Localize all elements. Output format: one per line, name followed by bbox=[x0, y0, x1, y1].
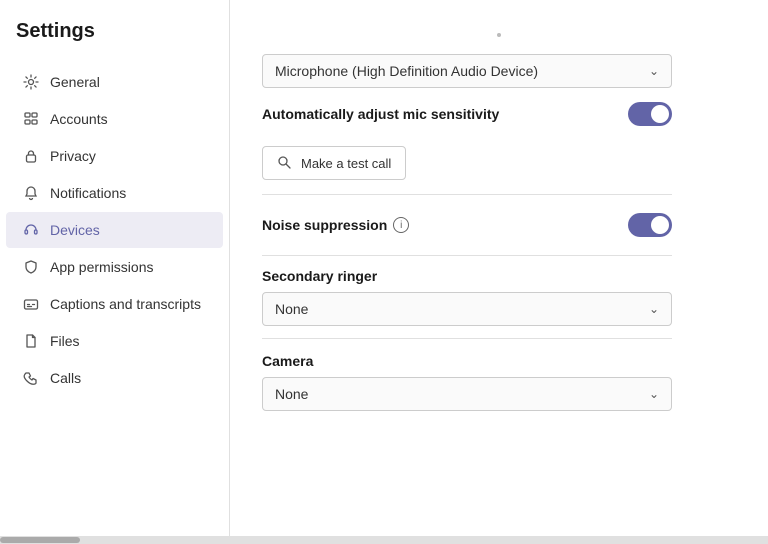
camera-dropdown[interactable]: None ⌄ bbox=[262, 377, 672, 411]
sidebar-item-captions-label: Captions and transcripts bbox=[50, 296, 201, 312]
sidebar-item-accounts-label: Accounts bbox=[50, 111, 108, 127]
main-content: Microphone (High Definition Audio Device… bbox=[230, 0, 768, 536]
shield-icon bbox=[22, 258, 40, 276]
noise-suppression-toggle[interactable] bbox=[628, 213, 672, 237]
noise-suppression-label: Noise suppression bbox=[262, 217, 387, 233]
sidebar-item-calls-label: Calls bbox=[50, 370, 81, 386]
settings-title: Settings bbox=[0, 20, 229, 63]
sidebar-item-devices-label: Devices bbox=[50, 222, 100, 238]
file-icon bbox=[22, 332, 40, 350]
sidebar-item-captions[interactable]: Captions and transcripts bbox=[6, 286, 223, 322]
auto-mic-toggle[interactable] bbox=[628, 102, 672, 126]
noise-suppression-label-group: Noise suppression i bbox=[262, 217, 409, 233]
lock-icon bbox=[22, 147, 40, 165]
microphone-chevron-icon: ⌄ bbox=[649, 64, 659, 78]
sidebar-item-files[interactable]: Files bbox=[6, 323, 223, 359]
divider-2 bbox=[262, 255, 672, 256]
microphone-dropdown[interactable]: Microphone (High Definition Audio Device… bbox=[262, 54, 672, 88]
camera-chevron-icon: ⌄ bbox=[649, 387, 659, 401]
sidebar-item-accounts[interactable]: Accounts bbox=[6, 101, 223, 137]
secondary-ringer-value: None bbox=[275, 301, 308, 317]
horizontal-scrollbar[interactable] bbox=[0, 536, 768, 544]
gear-icon bbox=[22, 73, 40, 91]
accounts-icon bbox=[22, 110, 40, 128]
noise-suppression-row: Noise suppression i bbox=[262, 199, 672, 251]
sidebar-item-calls[interactable]: Calls bbox=[6, 360, 223, 396]
secondary-ringer-label: Secondary ringer bbox=[262, 268, 736, 284]
scrollbar-thumb[interactable] bbox=[0, 537, 80, 543]
sidebar-item-files-label: Files bbox=[50, 333, 80, 349]
sidebar: Settings General Accounts Privacy Notifi… bbox=[0, 0, 230, 536]
bell-icon bbox=[22, 184, 40, 202]
sidebar-item-notifications-label: Notifications bbox=[50, 185, 126, 201]
sidebar-item-notifications[interactable]: Notifications bbox=[6, 175, 223, 211]
cc-icon bbox=[22, 295, 40, 313]
camera-value: None bbox=[275, 386, 308, 402]
divider-1 bbox=[262, 194, 672, 195]
secondary-ringer-chevron-icon: ⌄ bbox=[649, 302, 659, 316]
sidebar-item-privacy[interactable]: Privacy bbox=[6, 138, 223, 174]
sidebar-item-app-permissions[interactable]: App permissions bbox=[6, 249, 223, 285]
sidebar-item-general-label: General bbox=[50, 74, 100, 90]
sidebar-item-devices[interactable]: Devices bbox=[6, 212, 223, 248]
sidebar-item-privacy-label: Privacy bbox=[50, 148, 96, 164]
divider-3 bbox=[262, 338, 672, 339]
phone-icon bbox=[22, 369, 40, 387]
camera-label: Camera bbox=[262, 353, 736, 369]
test-call-button[interactable]: Make a test call bbox=[262, 146, 406, 180]
sidebar-item-app-permissions-label: App permissions bbox=[50, 259, 154, 275]
auto-mic-row: Automatically adjust mic sensitivity bbox=[262, 88, 672, 140]
sidebar-item-general[interactable]: General bbox=[6, 64, 223, 100]
test-call-icon bbox=[277, 155, 293, 171]
secondary-ringer-section: Secondary ringer None ⌄ bbox=[262, 268, 736, 326]
noise-suppression-info-icon[interactable]: i bbox=[393, 217, 409, 233]
secondary-ringer-dropdown[interactable]: None ⌄ bbox=[262, 292, 672, 326]
auto-mic-label: Automatically adjust mic sensitivity bbox=[262, 106, 499, 122]
headset-icon bbox=[22, 221, 40, 239]
microphone-value: Microphone (High Definition Audio Device… bbox=[275, 63, 538, 79]
camera-section: Camera None ⌄ bbox=[262, 353, 736, 411]
test-call-label: Make a test call bbox=[301, 156, 391, 171]
